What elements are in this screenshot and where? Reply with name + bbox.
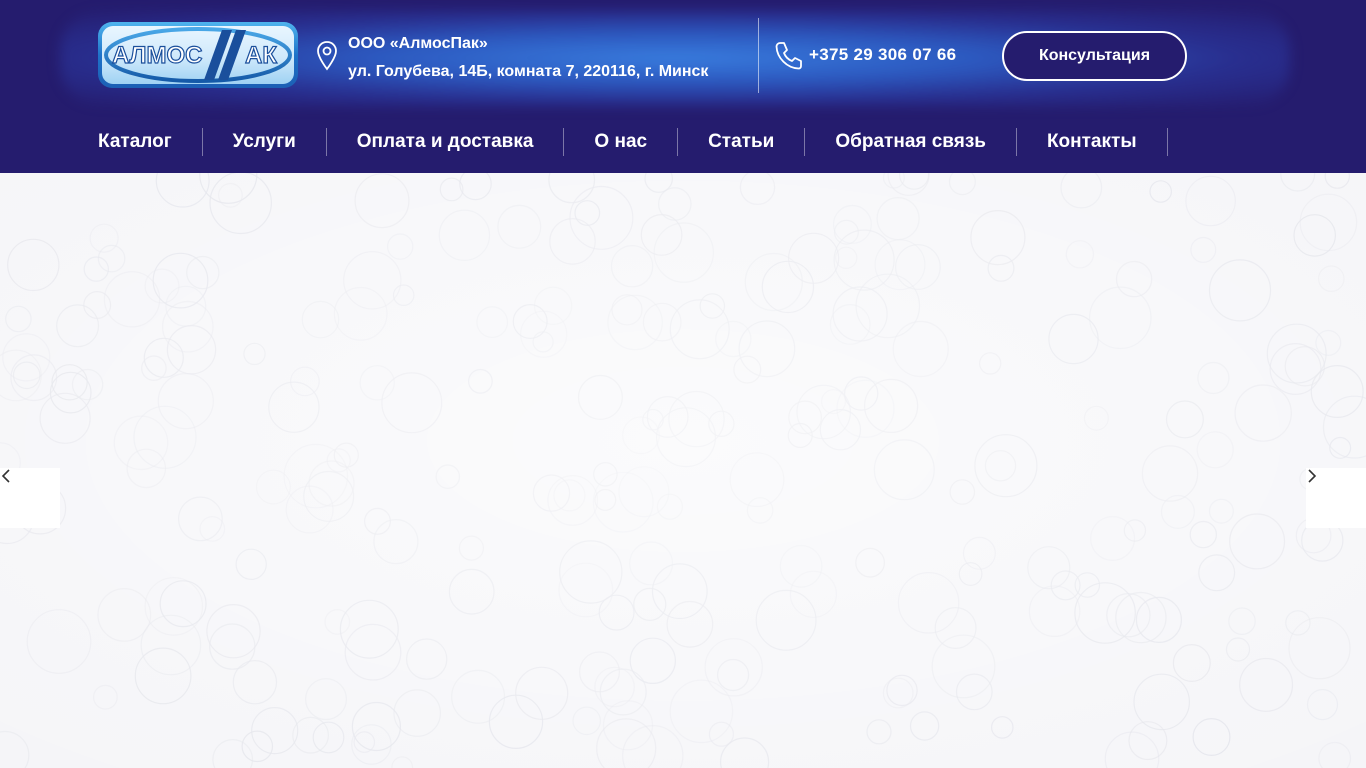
- hero-background-pattern: [0, 173, 1366, 768]
- address-block: ООО «АлмосПак» ул. Голубева, 14Б, комнат…: [316, 30, 708, 86]
- map-pin-icon: [317, 41, 337, 71]
- address-text: ООО «АлмосПак» ул. Голубева, 14Б, комнат…: [348, 30, 708, 86]
- street-address: ул. Голубева, 14Б, комната 7, 220116, г.…: [348, 63, 709, 80]
- header-divider: [758, 18, 759, 93]
- phone-number: +375 29 306 07 66: [809, 45, 957, 64]
- chevron-right-icon: [1308, 469, 1317, 483]
- phone-icon: [775, 42, 802, 70]
- slider-prev-button[interactable]: [0, 468, 60, 528]
- main-nav: Каталог Услуги Оплата и доставка О нас С…: [98, 128, 1168, 156]
- nav-item-articles[interactable]: Статьи: [678, 128, 806, 156]
- nav-item-catalog[interactable]: Каталог: [98, 128, 203, 156]
- nav-item-feedback[interactable]: Обратная связь: [805, 128, 1017, 156]
- company-name: ООО «АлмосПак»: [348, 35, 488, 52]
- consultation-button[interactable]: Консультация: [1002, 31, 1187, 81]
- logo-text-right: АК: [245, 42, 277, 69]
- phone-link[interactable]: +375 29 306 07 66: [774, 40, 956, 70]
- nav-item-services[interactable]: Услуги: [203, 128, 327, 156]
- almospak-logo-icon: АЛМОС АК: [104, 27, 292, 83]
- hero-slider: [0, 173, 1366, 768]
- nav-item-payment-delivery[interactable]: Оплата и доставка: [327, 128, 565, 156]
- chevron-left-icon: [1, 469, 10, 483]
- logo-plate: АЛМОС АК: [102, 26, 294, 84]
- nav-item-about[interactable]: О нас: [564, 128, 679, 156]
- logo-text-left: АЛМОС: [112, 42, 202, 69]
- site-logo[interactable]: АЛМОС АК: [98, 22, 298, 88]
- slider-next-button[interactable]: [1306, 468, 1366, 528]
- nav-item-contacts[interactable]: Контакты: [1017, 128, 1168, 156]
- site-header: АЛМОС АК ООО «АлмосПак» ул. Голубева, 14…: [0, 0, 1366, 173]
